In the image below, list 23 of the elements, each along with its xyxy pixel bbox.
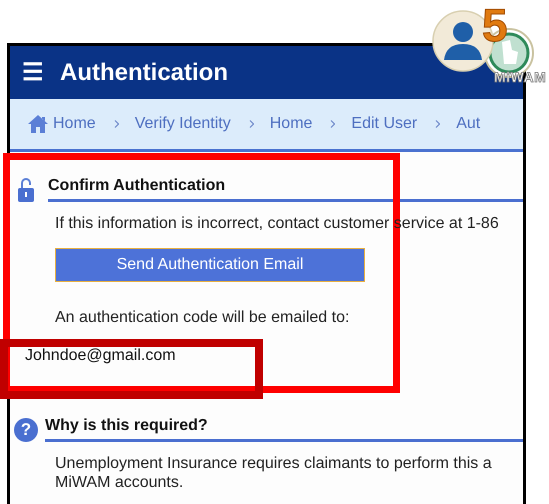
- chevron-icon: [114, 120, 119, 128]
- chevron-icon: [248, 120, 254, 128]
- note-text: An authentication code will be emailed to:: [55, 309, 350, 327]
- breadcrumb-link[interactable]: Aut: [456, 115, 480, 133]
- breadcrumb-link[interactable]: Edit User: [351, 115, 418, 133]
- paragraph-line: Unemployment Insurance requires claimants to perform this a: [55, 454, 493, 473]
- send-email-button[interactable]: Send Authentication Email: [55, 248, 365, 282]
- email-text: Johndoe@gmail.com: [25, 347, 177, 365]
- chevron-icon: [435, 120, 440, 128]
- home-icon: [27, 114, 49, 134]
- menu-icon[interactable]: ☰: [22, 60, 44, 84]
- logo-text: MiWAM: [494, 70, 546, 84]
- help-icon: ?: [14, 418, 38, 442]
- paragraph-line: MiWAM accounts.: [55, 473, 184, 492]
- breadcrumb-link[interactable]: Home: [27, 114, 96, 134]
- breadcrumb-link[interactable]: Home: [270, 115, 312, 133]
- chevron-icon: [330, 120, 336, 128]
- section-heading: Why is this required?: [45, 417, 523, 442]
- lock-icon: [18, 176, 34, 202]
- page-title: Authentication: [60, 58, 228, 86]
- breadcrumb-link[interactable]: Verify Identity: [134, 115, 231, 133]
- logo-digit: 5: [482, 2, 508, 48]
- section-heading: Confirm Authentication: [48, 177, 523, 202]
